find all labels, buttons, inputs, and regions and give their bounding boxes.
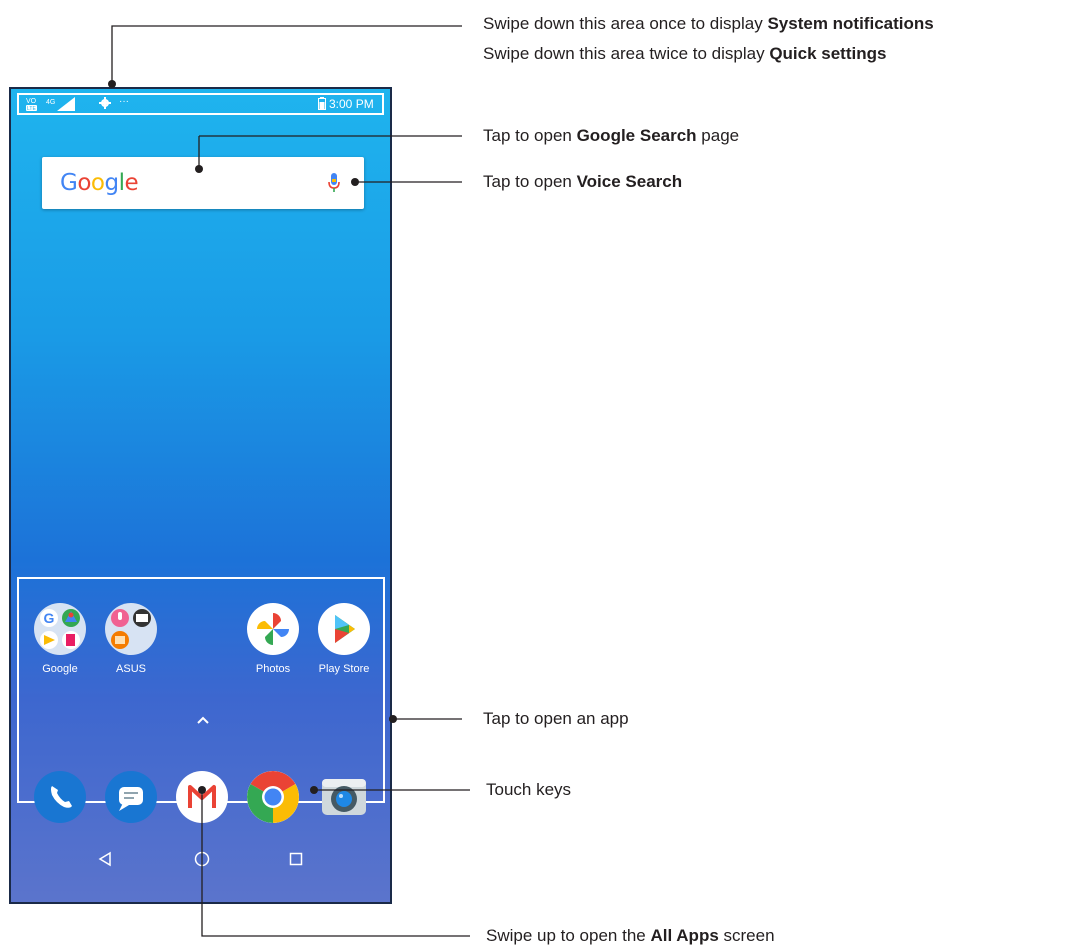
callout-google-search: Tap to open Google Search page: [483, 126, 740, 145]
callout-voice-search: Tap to open Voice Search: [483, 172, 683, 191]
callout-status-line1: Swipe down this area once to display Sys…: [483, 14, 934, 33]
callout-open-app: Tap to open an app: [483, 709, 629, 728]
callout-all-apps: Swipe up to open the All Apps screen: [486, 926, 775, 945]
callout-status-line2: Swipe down this area twice to display Qu…: [483, 44, 887, 63]
callout-touch-keys: Touch keys: [486, 780, 572, 799]
